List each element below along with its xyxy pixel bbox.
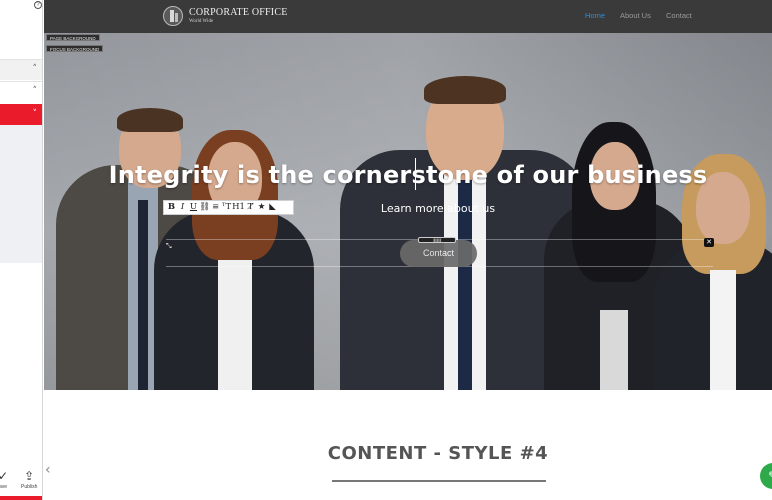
brand[interactable]: CORPORATE OFFICE World Wide bbox=[189, 7, 288, 25]
nav-home[interactable]: Home bbox=[585, 11, 605, 20]
content-section-title[interactable]: CONTENT - STYLE #4 bbox=[44, 443, 772, 464]
chevron-up-icon: ˄ bbox=[32, 64, 38, 74]
content-title-divider bbox=[332, 480, 546, 482]
panel-section-active[interactable]: ˅ bbox=[0, 104, 42, 125]
focus-background-badge[interactable]: FOCUS BACKGROUND bbox=[46, 45, 104, 52]
save-button[interactable]: ✓ ave bbox=[0, 470, 8, 490]
upload-icon: ⇪ bbox=[24, 469, 35, 483]
panel-bottom-toolbar: ✓ ave ⇪ Publish bbox=[0, 460, 42, 500]
chat-icon[interactable]: ✎ bbox=[760, 463, 772, 489]
panel-section-1[interactable]: ˄ bbox=[0, 59, 42, 80]
drag-handle[interactable]: ||||||||||| bbox=[418, 237, 456, 243]
panel-section-content bbox=[0, 125, 42, 263]
resize-icon[interactable]: ⤡ bbox=[166, 242, 172, 251]
panel-section-2[interactable]: ˄ bbox=[0, 81, 42, 102]
site-preview: CORPORATE OFFICE World Wide Home About U… bbox=[44, 0, 772, 500]
chevron-up-icon: ˄ bbox=[32, 86, 38, 96]
hero-title[interactable]: Integrity is the cornerstone of our busi… bbox=[44, 161, 772, 189]
pencil-icon: ✓ bbox=[0, 470, 8, 482]
help-icon[interactable]: ? bbox=[34, 1, 42, 9]
text-cursor bbox=[415, 158, 416, 190]
page-background-badge[interactable]: PAGE BACKGROUND bbox=[46, 34, 100, 41]
brand-tagline: World Wide bbox=[189, 19, 214, 24]
close-icon[interactable]: ✕ bbox=[704, 238, 714, 247]
editor-side-panel: ? ˄ ˄ ˅ ✓ ave ⇪ Publish bbox=[0, 0, 43, 500]
panel-accent-bar bbox=[0, 496, 42, 500]
site-header: CORPORATE OFFICE World Wide Home About U… bbox=[44, 0, 772, 33]
nav-contact[interactable]: Contact bbox=[666, 11, 692, 20]
logo-icon[interactable] bbox=[163, 6, 183, 26]
hero-subtitle[interactable]: Learn more about us bbox=[44, 202, 772, 215]
brand-name: CORPORATE OFFICE bbox=[189, 7, 288, 18]
chevron-down-icon: ˅ bbox=[32, 109, 38, 119]
publish-button[interactable]: ⇪ Publish bbox=[21, 470, 37, 490]
contact-button[interactable]: Contact bbox=[400, 240, 477, 267]
hero-section[interactable]: PAGE BACKGROUND FOCUS BACKGROUND Integri… bbox=[44, 33, 772, 390]
publish-label: Publish bbox=[21, 484, 38, 490]
save-label: ave bbox=[0, 484, 8, 490]
nav-about-us[interactable]: About Us bbox=[620, 11, 651, 20]
